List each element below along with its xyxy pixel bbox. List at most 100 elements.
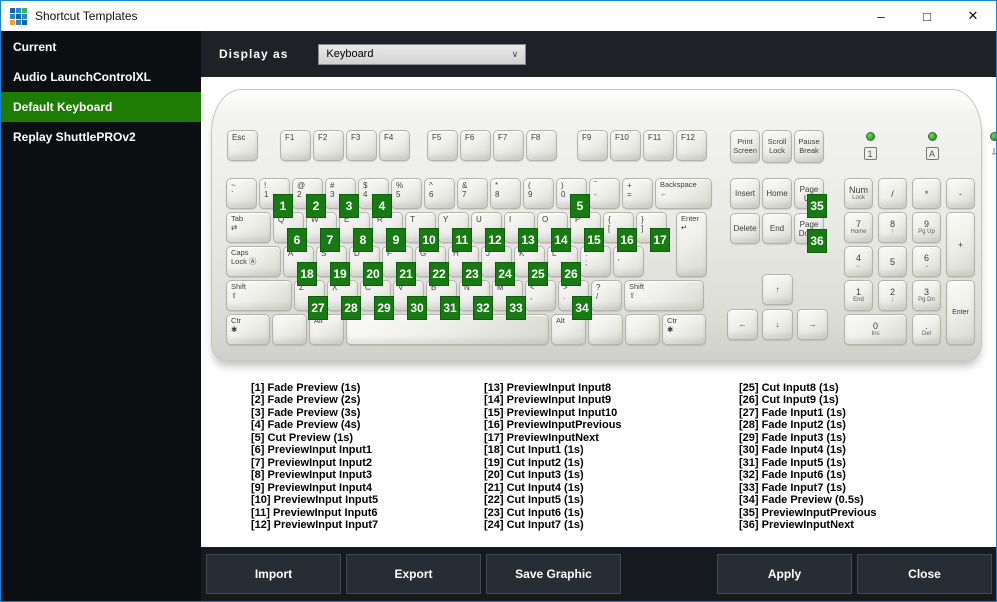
numpad-key-1[interactable]: 1 End [844,280,873,311]
numpad-key-[interactable]: - [946,178,975,209]
key-u[interactable]: U 12 [471,212,505,252]
key-sym[interactable]: ‾ - [589,178,620,209]
key-f3[interactable]: F3 [346,130,377,161]
key-blank-key[interactable] [625,314,660,345]
key-7[interactable]: & 7 [457,178,488,209]
key-1[interactable]: ! 1 1 [259,178,293,218]
display-as-dropdown[interactable]: Keyboard ∨ [318,43,527,65]
key-arrow-left[interactable]: ← [727,309,758,340]
numpad-key-[interactable]: / [878,178,907,209]
key-label: Shift ⇧ [629,282,645,300]
shortcut-entry: [3] Fade Preview (3s) [251,406,361,419]
key-label: / [891,188,894,199]
key-label: * 8 [495,181,500,199]
numpad-key-[interactable]: . Del [912,314,941,345]
key-pause-break[interactable]: Pause Break [794,130,824,163]
maximize-button[interactable]: □ [904,1,950,31]
numpad-key-2[interactable]: 2 ↓ [878,280,907,311]
key-sym[interactable]: ~ ` [226,178,257,209]
key-sym[interactable]: ? / [591,280,622,311]
minimize-button[interactable]: – [858,1,904,31]
numpad-key-8[interactable]: 8 ↑ [878,212,907,243]
key-f5[interactable]: F5 [427,130,458,161]
shortcut-entry: [4] Fade Preview (4s) [251,419,361,432]
key-home[interactable]: Home [762,178,792,209]
sidebar-item-replay-shuttleprov2[interactable]: Replay ShuttlePROv2 [1,122,201,152]
key-y[interactable]: Y 11 [438,212,472,252]
key-9[interactable]: (9 [523,178,554,209]
key-4[interactable]: $4 4 [358,178,392,218]
key-2[interactable]: @2 2 [292,178,326,218]
numpad-key-5[interactable]: 5 [878,246,907,277]
key-t[interactable]: T 10 [405,212,439,252]
key-f2[interactable]: F2 [313,130,344,161]
close-icon: ✕ [967,8,979,23]
key-3[interactable]: #3 3 [325,178,359,218]
numpad-key-[interactable]: + [946,212,975,277]
key-f12[interactable]: F12 [676,130,707,161]
key-end[interactable]: End [762,213,792,244]
key-print-screen[interactable]: Print Screen [730,130,760,163]
key-arrow-up[interactable]: ↑ [762,274,793,305]
key-sym[interactable]: }] 17 [636,212,670,252]
sidebar-item-default-keyboard[interactable]: Default Keyboard [1,92,201,122]
numpad-key-3[interactable]: 3 Pg Dn [912,280,941,311]
key-sym[interactable]: {[16 [603,212,637,252]
key-shift-right[interactable]: Shift ⇧ [624,280,704,311]
key-scroll-lock[interactable]: Scroll Lock [762,130,792,163]
key-f7[interactable]: F7 [493,130,524,161]
key-o[interactable]: O 14 [537,212,571,252]
numpad-key-0[interactable]: 0 Ins [844,314,907,345]
key-tab[interactable]: Tab ⇄ [226,212,271,243]
numpad-key-4[interactable]: 4 ← [844,246,873,277]
key-f9[interactable]: F9 [577,130,608,161]
key-ctrl-left[interactable]: Ctr ✱ [226,314,270,345]
numpad-key-enter[interactable]: Enter [946,280,975,345]
apply-button[interactable]: Apply [717,554,852,594]
key-f1[interactable]: F1 [280,130,311,161]
led-indicator-3: ⇩ [976,132,996,160]
key-8[interactable]: * 8 [490,178,521,209]
key-label: F6 [465,133,475,142]
key-f10[interactable]: F10 [610,130,641,161]
key-backspace[interactable]: Backspace ← [655,178,712,209]
key-label: 2 ↓ [889,287,895,303]
sidebar-item-current[interactable]: Current [1,32,201,62]
save-graphic-button[interactable]: Save Graphic [486,554,621,594]
footer-left-buttons: Import Export Save Graphic [206,554,621,601]
key-f11[interactable]: F11 [643,130,674,161]
key-blank-key[interactable] [272,314,307,345]
export-button[interactable]: Export [346,554,481,594]
key-up[interactable]: PageUp35 [794,178,827,218]
key-f6[interactable]: F6 [460,130,491,161]
close-button[interactable]: Close [857,554,992,594]
key-0[interactable]: ) 0 5 [556,178,590,218]
numpad-key-[interactable]: * [912,178,941,209]
key-shift-left[interactable]: Shift ⇧ [226,280,292,311]
key-blank-key[interactable] [588,314,623,345]
key-f8[interactable]: F8 [526,130,557,161]
close-button[interactable]: ✕ [950,1,996,31]
key-arrow-down[interactable]: ↓ [762,309,793,340]
numpad-key-7[interactable]: 7 Home [844,212,873,243]
window-controls: – □ ✕ [858,1,996,31]
key-6[interactable]: ^ 6 [424,178,455,209]
key-delete[interactable]: Delete [730,213,760,244]
numpad-key-num[interactable]: Num Lock [844,178,873,209]
key-esc[interactable]: Esc [227,130,258,161]
key-f4[interactable]: F4 [379,130,410,161]
shortcut-entry: [17] PreviewInputNext [484,431,599,444]
key-5[interactable]: % 5 [391,178,422,209]
key-arrow-right[interactable]: → [797,309,828,340]
display-as-strip: Display as Keyboard ∨ [201,31,996,77]
numpad-key-9[interactable]: 9 Pg Up [912,212,941,243]
sidebar-item-audio-launchcontrolxl[interactable]: Audio LaunchControlXL [1,62,201,92]
key-i[interactable]: I 13 [504,212,538,252]
key-sym[interactable]: + = [622,178,653,209]
key-insert[interactable]: Insert [730,178,760,209]
key-ctrl-right[interactable]: Ctr ✱ [662,314,706,345]
import-button[interactable]: Import [206,554,341,594]
numpad-key-6[interactable]: 6 → [912,246,941,277]
key-enter[interactable]: Enter ↵ [676,212,707,277]
key-caps-lock[interactable]: Caps Lock Ⓐ [226,246,281,277]
